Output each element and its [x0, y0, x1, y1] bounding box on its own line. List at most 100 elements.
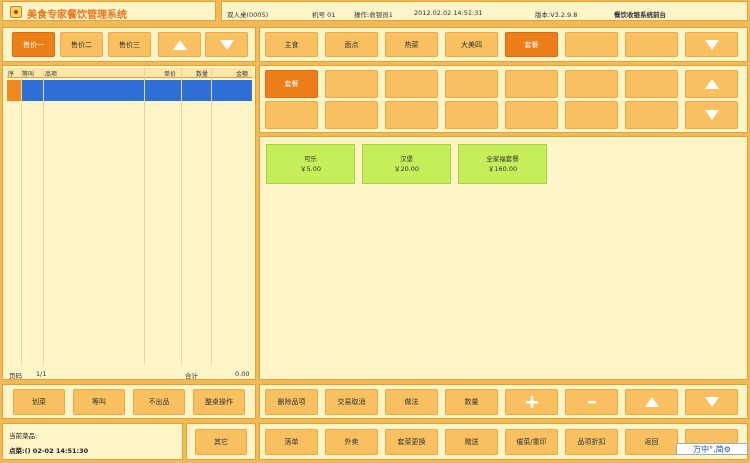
no-serve-button[interactable]: 不出品 — [133, 389, 185, 415]
price-three-button[interactable]: 售价三 — [108, 32, 151, 57]
version: 版本:V3.2.9.8 — [535, 11, 578, 19]
dish-item-cola[interactable]: 可乐 ￥5.00 — [266, 144, 355, 184]
row-marker — [7, 80, 21, 101]
price-up-button[interactable] — [158, 32, 201, 57]
col-divider — [144, 68, 145, 365]
arrow-up-icon — [704, 79, 719, 89]
col-divider — [43, 68, 44, 365]
ime-toolbar[interactable]: 万中°,简⚙ — [676, 443, 748, 455]
action-up-button[interactable] — [625, 389, 678, 415]
price-down-button[interactable] — [205, 32, 248, 57]
mark-served-button[interactable]: 划菜 — [13, 389, 65, 415]
category-staple[interactable]: 主食 — [265, 32, 318, 57]
other-button[interactable]: 其它 — [195, 429, 247, 455]
arrow-up-icon — [172, 39, 187, 50]
app-name: 餐饮收银系统前台 — [614, 11, 666, 19]
dish-item-family-set[interactable]: 全家福套餐 ￥160.00 — [458, 144, 547, 184]
status-bar: 双人桌(0005) 机号 01 操作:收银员1 2012.02.02 14:51… — [221, 1, 748, 21]
app-title: 美食专家餐饮管理系统 — [27, 10, 127, 21]
back-button[interactable]: 返回 — [625, 429, 678, 455]
category-down-button[interactable] — [685, 32, 738, 57]
price-panel: 售价一 售价二 售价三 — [2, 27, 256, 62]
order-table — [2, 65, 256, 380]
datetime: 2012.02.02 14:51:31 — [414, 9, 483, 17]
left-action-panel: 划菜 等叫 不出品 整桌操作 — [2, 384, 256, 419]
col-amount: 金额 — [236, 71, 249, 78]
action-down-button[interactable] — [685, 389, 738, 415]
subcategory-empty[interactable] — [445, 101, 498, 129]
subcategory-empty[interactable] — [445, 70, 498, 98]
page-label: 页码 — [9, 372, 22, 380]
category-empty[interactable] — [565, 32, 618, 57]
arrow-down-icon — [704, 39, 719, 50]
current-item-panel: 当前菜品: 点菜:() 02-02 14:51:30 — [2, 423, 183, 460]
quantity-button[interactable]: 数量 — [445, 389, 498, 415]
subcategory-empty[interactable] — [625, 70, 678, 98]
price-two-button[interactable]: 售价二 — [60, 32, 103, 57]
subcategory-empty[interactable] — [505, 101, 558, 129]
subcategory-empty[interactable] — [385, 70, 438, 98]
col-qty: 数量 — [196, 71, 209, 78]
app-logo-icon — [10, 6, 22, 18]
col-index: 序 — [8, 71, 15, 78]
dish-price: ￥20.00 — [393, 165, 420, 173]
dish-panel: 可乐 ￥5.00 汉堡 ￥20.00 全家福套餐 ￥160.00 — [259, 136, 748, 380]
subcategory-empty[interactable] — [325, 70, 378, 98]
subcategory-empty[interactable] — [505, 70, 558, 98]
plus-button[interactable] — [505, 389, 558, 415]
machine-number: 机号 01 — [312, 11, 336, 19]
subcategory-set-meal[interactable]: 套餐 — [265, 70, 318, 98]
col-item: 品项 — [45, 71, 58, 78]
category-empty[interactable] — [625, 32, 678, 57]
dish-name: 可乐 — [304, 155, 317, 163]
table-name: 双人桌(0005) — [227, 11, 269, 19]
category-big-four[interactable]: 大美四 — [445, 32, 498, 57]
total-value: 0.00 — [235, 370, 250, 378]
subcategory-empty[interactable] — [325, 101, 378, 129]
col-price: 单价 — [164, 71, 177, 78]
subcategory-up-button[interactable] — [685, 70, 738, 98]
minus-button[interactable] — [565, 389, 618, 415]
dish-price: ￥160.00 — [487, 165, 518, 173]
rush-reprint-button[interactable]: 催菜/重印 — [505, 429, 558, 455]
arrow-down-icon — [704, 110, 719, 120]
minus-icon — [587, 401, 596, 404]
item-discount-button[interactable]: 品项折扣 — [565, 429, 618, 455]
whole-table-button[interactable]: 整桌操作 — [193, 389, 245, 415]
subcategory-empty[interactable] — [385, 101, 438, 129]
plus-icon — [525, 396, 538, 408]
arrow-up-icon — [644, 397, 659, 407]
subcategory-panel: 套餐 — [259, 65, 748, 133]
place-order-button[interactable]: 落单 — [265, 429, 318, 455]
col-divider — [21, 68, 22, 365]
other-panel: 其它 — [186, 423, 256, 460]
dish-price: ￥5.00 — [300, 165, 321, 173]
category-pastry[interactable]: 面点 — [325, 32, 378, 57]
subcategory-empty[interactable] — [625, 101, 678, 129]
dish-item-burger[interactable]: 汉堡 ￥20.00 — [362, 144, 451, 184]
price-one-button[interactable]: 售价一 — [12, 32, 55, 57]
category-panel: 主食 面点 热菜 大美四 套餐 — [259, 27, 748, 62]
subcategory-empty[interactable] — [565, 101, 618, 129]
takeout-button[interactable]: 外卖 — [325, 429, 378, 455]
gift-button[interactable]: 赠送 — [445, 429, 498, 455]
cooking-method-button[interactable]: 做法 — [385, 389, 438, 415]
col-wait: 等叫 — [22, 71, 35, 78]
action-row-1: 删除品项 交易取消 做法 数量 — [259, 384, 748, 419]
category-hot-dish[interactable]: 热菜 — [385, 32, 438, 57]
title-panel: 美食专家餐饮管理系统 — [2, 1, 216, 21]
subcategory-empty[interactable] — [265, 101, 318, 129]
hold-button[interactable]: 等叫 — [73, 389, 125, 415]
delete-item-button[interactable]: 删除品项 — [265, 389, 318, 415]
cancel-transaction-button[interactable]: 交易取消 — [325, 389, 378, 415]
subcategory-down-button[interactable] — [685, 101, 738, 129]
arrow-down-icon — [219, 39, 234, 50]
col-divider — [211, 68, 212, 365]
operator: 操作:收银员1 — [354, 11, 393, 19]
subcategory-empty[interactable] — [565, 70, 618, 98]
page-value: 1/1 — [36, 370, 47, 378]
category-set-meal[interactable]: 套餐 — [505, 32, 558, 57]
replace-set-button[interactable]: 套菜更换 — [385, 429, 438, 455]
total-label: 合计 — [185, 372, 198, 380]
dish-name: 全家福套餐 — [486, 155, 519, 163]
